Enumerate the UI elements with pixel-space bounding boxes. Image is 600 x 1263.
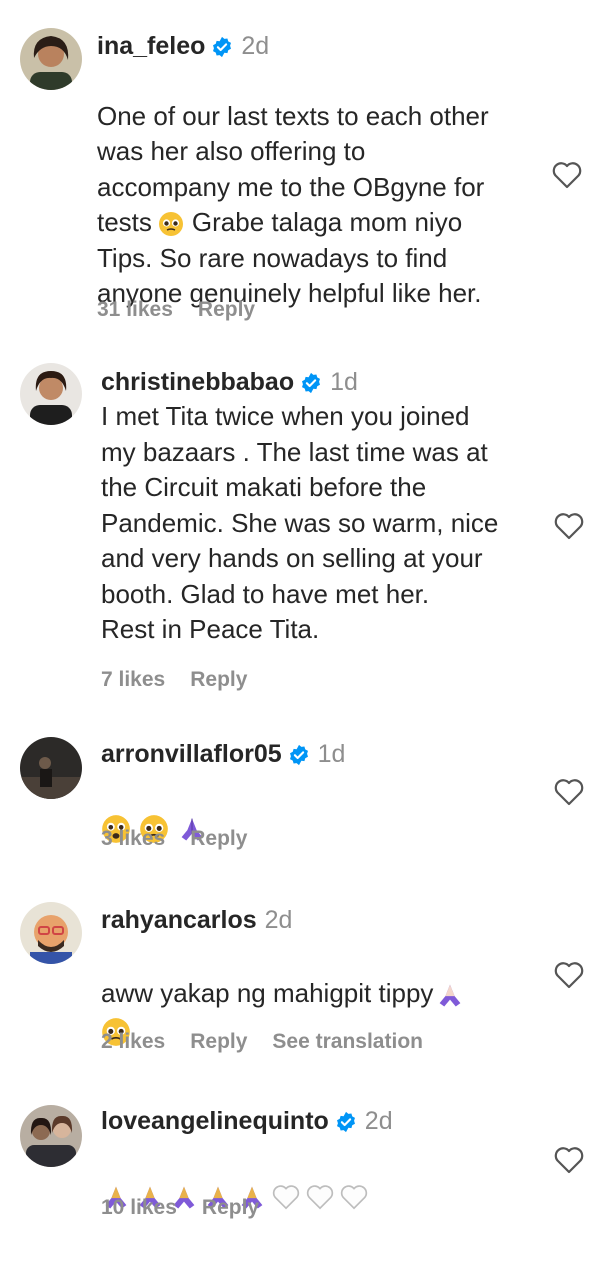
verified-badge-icon — [211, 36, 233, 58]
comment-text: One of our last texts to each other was … — [97, 63, 537, 312]
likes-count[interactable]: 31 likes — [97, 298, 173, 322]
avatar[interactable] — [20, 1105, 82, 1167]
comment-time: 2d — [364, 1107, 393, 1135]
likes-count[interactable]: 2 likes — [101, 1030, 165, 1054]
reply-button[interactable]: Reply — [190, 668, 247, 692]
likes-count[interactable]: 3 likes — [101, 827, 165, 851]
verified-badge-icon — [288, 744, 310, 766]
username[interactable]: arronvillaflor05 — [101, 740, 282, 769]
reply-button[interactable]: Reply — [198, 298, 255, 322]
pleading-face-emoji-icon — [158, 211, 184, 237]
reply-button[interactable]: Reply — [190, 1030, 247, 1054]
avatar[interactable] — [20, 902, 82, 964]
comment-time: 1d — [317, 740, 346, 768]
like-heart-icon[interactable] — [551, 160, 583, 190]
white-heart-emoji-icon — [305, 1183, 335, 1211]
verified-badge-icon — [300, 372, 322, 394]
reply-button[interactable]: Reply — [202, 1196, 259, 1220]
likes-count[interactable]: 7 likes — [101, 668, 165, 692]
username[interactable]: christinebbabao — [101, 368, 294, 397]
like-heart-icon[interactable] — [553, 960, 585, 990]
comment-text-part: Grabe talaga mom niyo Tips. So rare nowa… — [97, 207, 482, 308]
like-heart-icon[interactable] — [553, 777, 585, 807]
avatar[interactable] — [20, 737, 82, 799]
verified-badge-icon — [335, 1111, 357, 1133]
username[interactable]: rahyancarlos — [101, 906, 257, 935]
like-heart-icon[interactable] — [553, 1145, 585, 1175]
comment-time: 2d — [241, 32, 270, 60]
like-heart-icon[interactable] — [553, 511, 585, 541]
username[interactable]: loveangelinequinto — [101, 1107, 329, 1136]
reply-button[interactable]: Reply — [190, 827, 247, 851]
see-translation-button[interactable]: See translation — [272, 1030, 423, 1054]
avatar[interactable] — [20, 363, 82, 425]
comment-text: I met Tita twice when you joined my baza… — [101, 401, 499, 644]
likes-count[interactable]: 10 likes — [101, 1196, 177, 1220]
avatar[interactable] — [20, 28, 82, 90]
comment-time: 2d — [264, 906, 293, 934]
username[interactable]: ina_feleo — [97, 32, 205, 61]
comment-text-part: aww yakap ng mahigpit tippy — [101, 977, 434, 1008]
comment-time: 1d — [330, 368, 358, 396]
white-heart-emoji-icon — [339, 1183, 369, 1211]
folded-hands-emoji-icon — [435, 980, 465, 1010]
